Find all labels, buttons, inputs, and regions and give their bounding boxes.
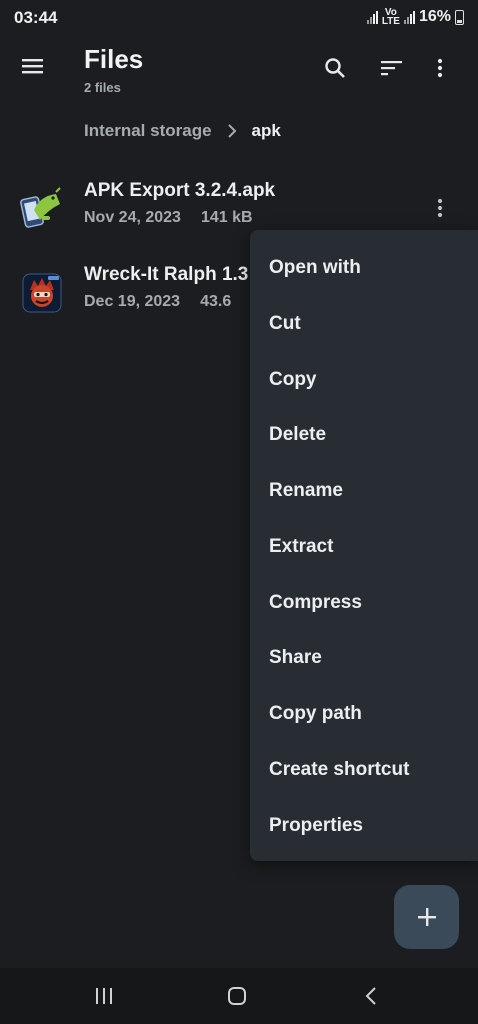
context-menu: Open with Cut Copy Delete Rename Extract… xyxy=(250,230,478,861)
menu-item-share[interactable]: Share xyxy=(269,647,322,669)
wreck-it-ralph-app-icon xyxy=(20,270,64,314)
more-options-button[interactable] xyxy=(420,50,460,86)
menu-button[interactable] xyxy=(22,54,62,82)
file-size: 141 kB xyxy=(200,209,253,226)
volte-bottom-label: LTE xyxy=(381,16,400,27)
menu-item-copy[interactable]: Copy xyxy=(269,369,317,391)
menu-item-cut[interactable]: Cut xyxy=(269,313,301,335)
menu-icon xyxy=(22,59,43,74)
menu-item-delete[interactable]: Delete xyxy=(269,424,326,446)
android-apk-icon xyxy=(20,186,64,230)
search-icon xyxy=(325,58,345,78)
menu-item-copy-path[interactable]: Copy path xyxy=(269,703,362,725)
status-time: 03:44 xyxy=(14,8,58,27)
back-icon xyxy=(365,987,376,1005)
menu-item-extract[interactable]: Extract xyxy=(269,536,333,558)
plus-icon xyxy=(417,908,436,926)
back-button[interactable] xyxy=(352,980,392,1012)
wifi-signal-icon xyxy=(366,10,378,24)
status-icons: Vo LTE 16% xyxy=(366,8,464,27)
breadcrumb-internal-storage[interactable]: Internal storage xyxy=(84,121,212,141)
breadcrumb: Internal storage apk xyxy=(84,121,281,141)
volte-icon: Vo LTE xyxy=(381,8,400,27)
cell-signal-icon xyxy=(403,10,415,24)
more-vert-icon xyxy=(437,198,443,218)
file-size: 43.6 xyxy=(200,293,232,310)
chevron-right-icon xyxy=(226,123,238,139)
add-button[interactable] xyxy=(394,885,459,949)
menu-item-properties[interactable]: Properties xyxy=(269,815,363,837)
file-more-button[interactable] xyxy=(422,190,458,226)
battery-text: 16% xyxy=(418,8,451,25)
menu-item-rename[interactable]: Rename xyxy=(269,480,343,502)
file-count: 2 files xyxy=(84,80,121,95)
file-name: Wreck-It Ralph 1.3 xyxy=(84,264,249,285)
status-bar: 03:44 Vo LTE 16% xyxy=(0,0,478,36)
app-bar: Files 2 files xyxy=(0,36,478,100)
menu-item-compress[interactable]: Compress xyxy=(269,592,362,614)
battery-icon xyxy=(455,9,464,25)
file-name: APK Export 3.2.4.apk xyxy=(84,180,276,201)
sort-icon xyxy=(381,61,402,76)
recent-apps-icon xyxy=(96,988,112,1004)
home-button[interactable] xyxy=(217,980,257,1012)
file-date: Dec 19, 2023 xyxy=(84,293,181,310)
more-vert-icon xyxy=(437,58,443,78)
home-icon xyxy=(228,987,246,1005)
file-meta: Dec 19, 2023 43.6 xyxy=(84,293,231,311)
search-button[interactable] xyxy=(315,50,355,86)
menu-item-create-shortcut[interactable]: Create shortcut xyxy=(269,759,409,781)
navigation-bar xyxy=(0,968,478,1024)
sort-button[interactable] xyxy=(371,50,411,86)
menu-item-open-with[interactable]: Open with xyxy=(269,257,361,279)
file-date: Nov 24, 2023 xyxy=(84,209,181,226)
file-meta: Nov 24, 2023 141 kB xyxy=(84,209,253,227)
recent-apps-button[interactable] xyxy=(84,980,124,1012)
breadcrumb-apk[interactable]: apk xyxy=(252,121,281,141)
page-title: Files xyxy=(84,44,144,74)
